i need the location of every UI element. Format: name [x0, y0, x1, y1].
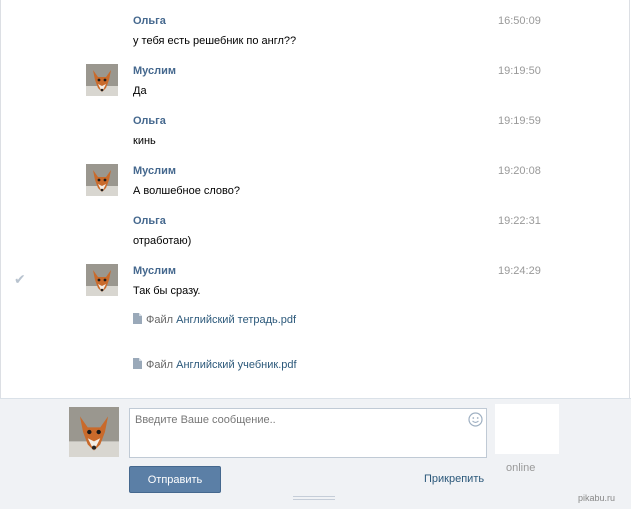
- message-author[interactable]: Муслим: [133, 65, 176, 77]
- avatar[interactable]: [86, 164, 118, 196]
- attachment-link[interactable]: Английский учебник.pdf: [176, 359, 296, 371]
- resize-handle[interactable]: [293, 496, 335, 502]
- message-input-placeholder: Введите Ваше сообщение..: [135, 414, 276, 426]
- my-avatar[interactable]: [69, 407, 119, 457]
- message-author[interactable]: Ольга: [133, 215, 166, 227]
- message-author[interactable]: Ольга: [133, 115, 166, 127]
- attachment-prefix: Файл: [146, 359, 174, 371]
- smile-icon[interactable]: [468, 412, 483, 427]
- message-time: 19:20:08: [498, 165, 541, 177]
- message-author[interactable]: Муслим: [133, 165, 176, 177]
- avatar[interactable]: [86, 264, 118, 296]
- fox-avatar-image: [86, 164, 118, 196]
- message-text: А волшебное слово?: [133, 185, 241, 197]
- message-time: 19:19:59: [498, 115, 541, 127]
- fox-avatar-image: [86, 264, 118, 296]
- check-icon: ✔: [14, 271, 26, 287]
- online-status: online: [506, 462, 536, 474]
- document-icon: [133, 358, 142, 369]
- attachment-link[interactable]: Английский тетрадь.pdf: [176, 314, 296, 326]
- message-time: 16:50:09: [498, 15, 541, 27]
- message-composer: Введите Ваше сообщение.. Отправить Прикр…: [0, 398, 631, 509]
- right-border: [629, 0, 630, 398]
- left-border: [0, 0, 1, 398]
- message-text: у тебя есть решебник по англ??: [133, 35, 297, 47]
- fox-avatar-image: [86, 64, 118, 96]
- chat-window: Ольга 16:50:09 у тебя есть решебник по а…: [0, 0, 631, 509]
- attach-button[interactable]: Прикрепить: [424, 473, 484, 485]
- message-text: Да: [133, 85, 147, 97]
- watermark-text: pikabu.ru: [578, 493, 616, 503]
- message-time: 19:19:50: [498, 65, 541, 77]
- attachment-file[interactable]: Файл Английский учебник.pdf: [133, 358, 297, 371]
- fox-avatar-image: [69, 407, 119, 457]
- send-button[interactable]: Отправить: [129, 466, 221, 493]
- message-text: кинь: [133, 135, 156, 147]
- message-text: отработаю): [133, 235, 192, 247]
- message-author[interactable]: Муслим: [133, 265, 176, 277]
- message-text: Так бы сразу.: [133, 285, 201, 297]
- message-time: 19:24:29: [498, 265, 541, 277]
- message-time: 19:22:31: [498, 215, 541, 227]
- attachment-prefix: Файл: [146, 314, 174, 326]
- peer-avatar[interactable]: [495, 404, 559, 454]
- document-icon: [133, 313, 142, 324]
- attachment-file[interactable]: Файл Английский тетрадь.pdf: [133, 313, 296, 326]
- avatar[interactable]: [86, 64, 118, 96]
- message-author[interactable]: Ольга: [133, 15, 166, 27]
- message-input[interactable]: Введите Ваше сообщение..: [129, 408, 487, 458]
